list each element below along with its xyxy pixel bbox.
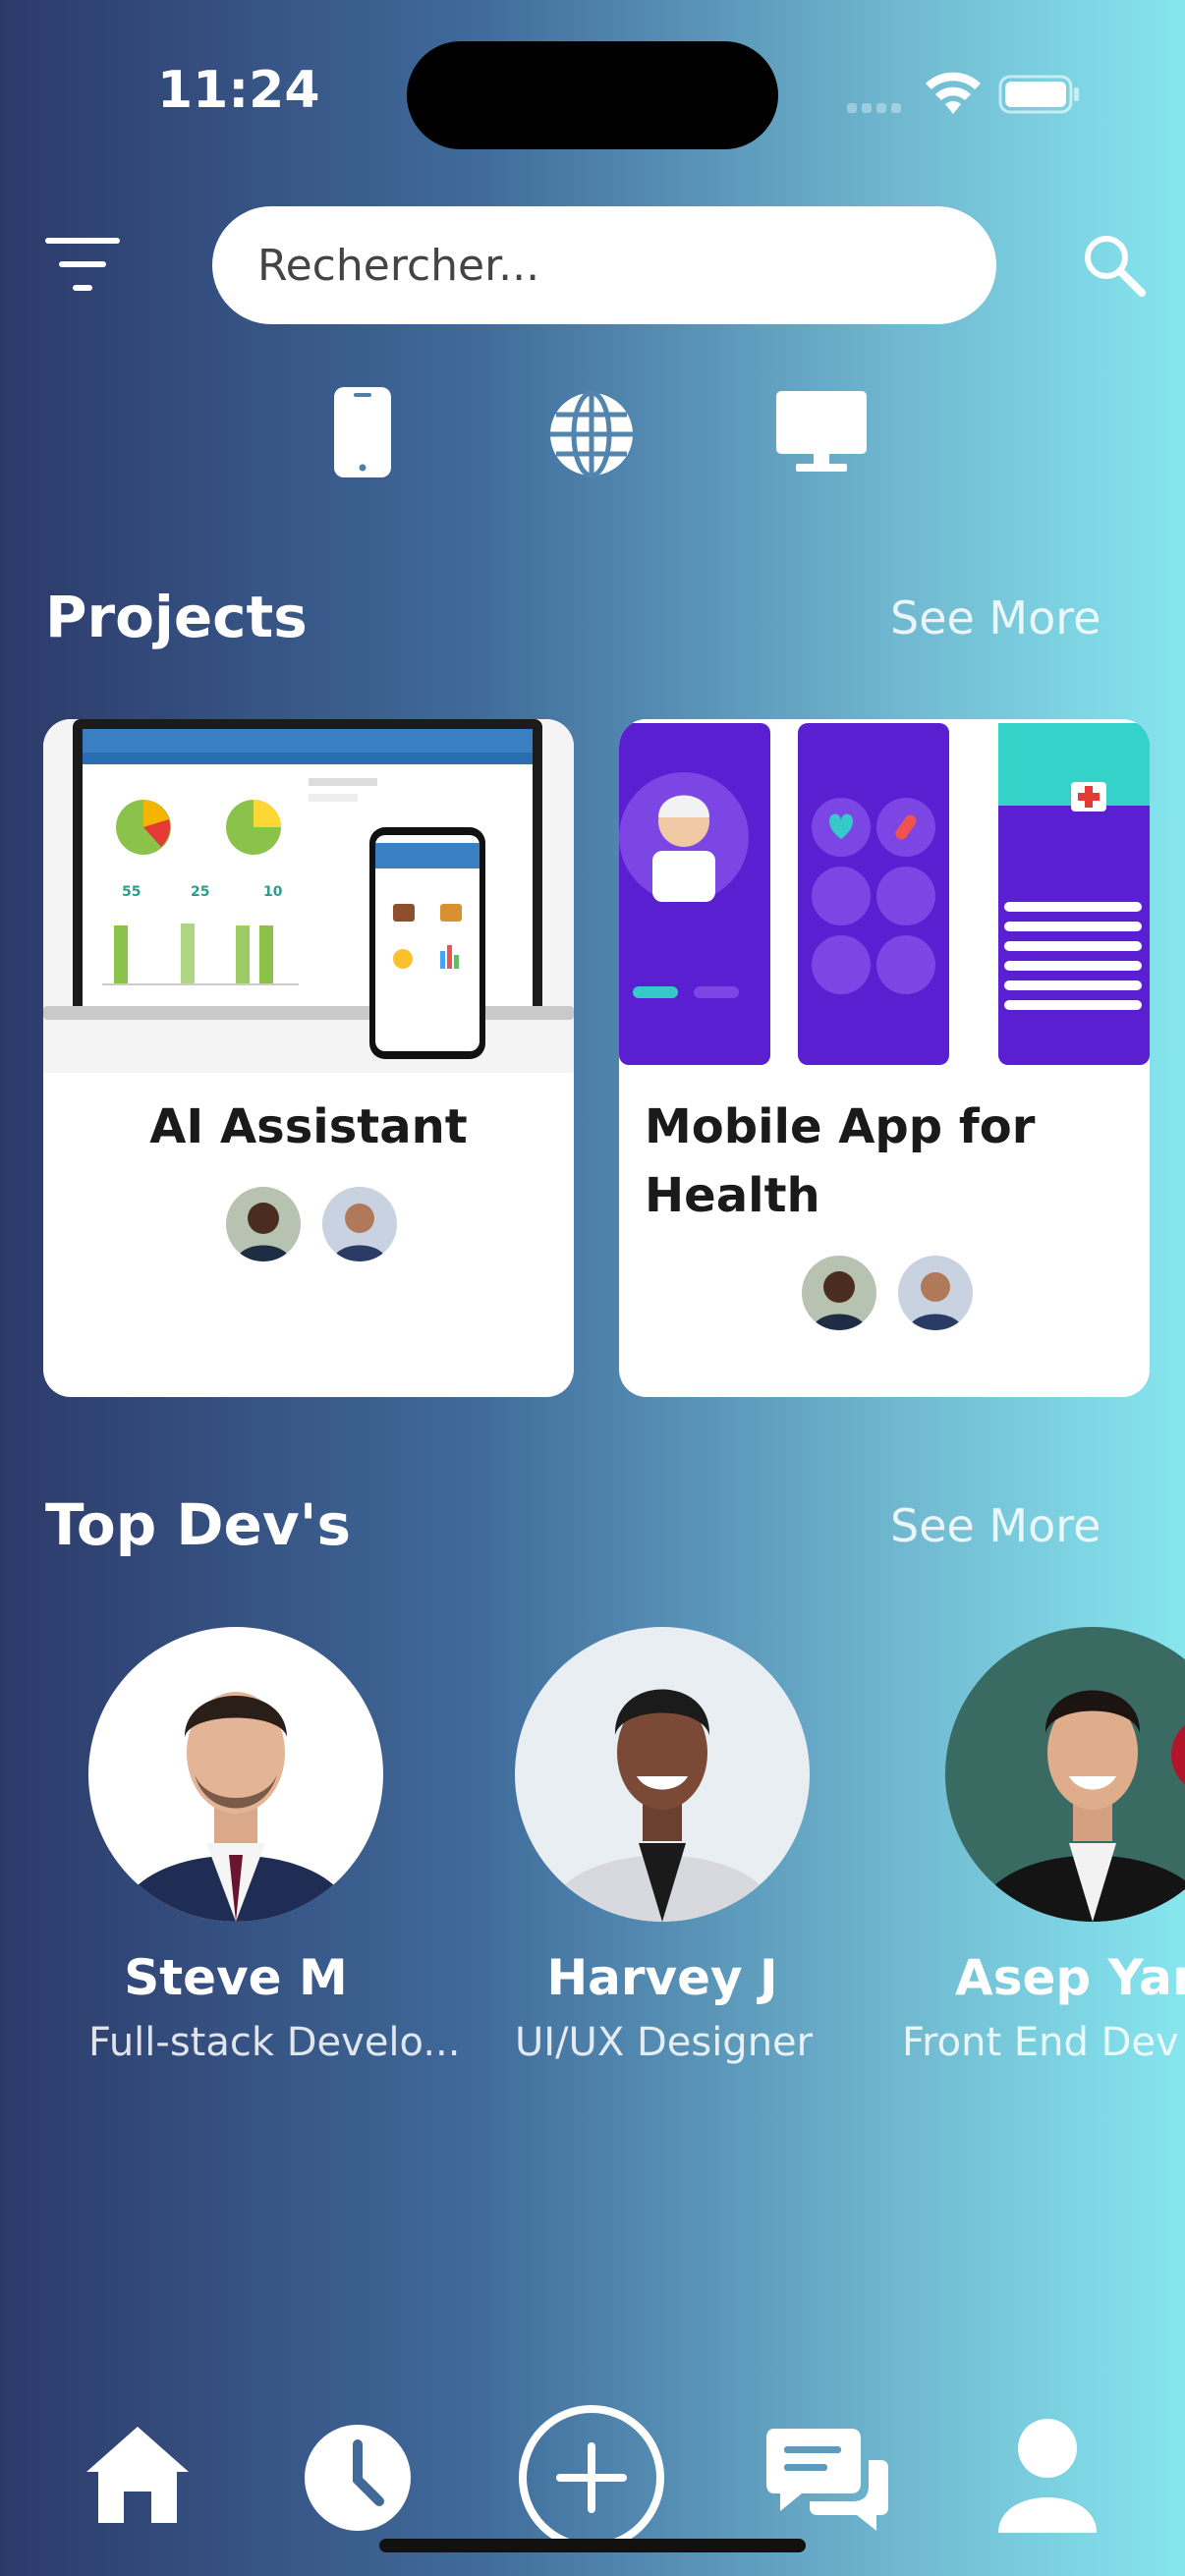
projects-see-more-link[interactable]: See More <box>890 591 1100 644</box>
dev-photo <box>515 1627 810 1922</box>
globe-icon[interactable] <box>546 389 637 479</box>
dev-card-steve[interactable]: Steve M Full-stack Develo... <box>88 1627 461 2065</box>
filter-icon[interactable] <box>45 236 120 295</box>
profile-icon[interactable] <box>994 2417 1100 2535</box>
dev-role: UI/UX Designer <box>515 2020 814 2065</box>
home-icon[interactable] <box>83 2423 193 2525</box>
projects-section-title: Projects <box>45 584 308 650</box>
chat-icon[interactable] <box>766 2425 888 2533</box>
dev-card-harvey[interactable]: Harvey J UI/UX Designer <box>515 1627 814 2065</box>
wifi-icon <box>926 72 981 114</box>
dev-photo <box>88 1627 383 1922</box>
search-icon[interactable] <box>1081 232 1146 297</box>
top-devs-see-more-link[interactable]: See More <box>890 1499 1100 1552</box>
svg-text:10: 10 <box>263 884 283 900</box>
dynamic-island <box>407 41 778 149</box>
svg-text:25: 25 <box>191 884 209 900</box>
avatar <box>898 1256 973 1330</box>
project-card-mobile-health[interactable]: Mobile App for Health <box>619 719 1150 1397</box>
project-thumbnail: 55 25 10 <box>43 719 574 1073</box>
project-thumbnail <box>619 719 1150 1073</box>
project-title: AI Assistant <box>149 1099 468 1154</box>
status-time: 11:24 <box>157 61 320 120</box>
dev-name: Asep Yant <box>955 1949 1185 2006</box>
dev-role: Front End Dev <box>902 2020 1179 2065</box>
project-team-avatars <box>226 1187 397 1261</box>
clock-icon[interactable] <box>303 2423 413 2533</box>
project-title-line-1: Mobile App for <box>645 1099 1036 1154</box>
svg-text:55: 55 <box>122 884 141 900</box>
avatar <box>802 1256 876 1330</box>
project-card-ai-assistant[interactable]: 55 25 10 AI Assistant <box>43 719 574 1397</box>
search-input[interactable] <box>257 240 965 291</box>
dev-role: Full-stack Develo... <box>88 2020 461 2065</box>
home-indicator <box>379 2539 806 2552</box>
battery-icon <box>998 75 1079 114</box>
avatar <box>226 1187 301 1261</box>
phone-icon[interactable] <box>334 387 391 477</box>
add-icon[interactable] <box>517 2403 666 2552</box>
dev-card-asep[interactable]: Asep Yant Front End Dev <box>902 1627 1185 2065</box>
avatar <box>322 1187 397 1261</box>
dev-name: Harvey J <box>546 1949 778 2006</box>
search-bar[interactable] <box>212 206 996 324</box>
health-app-screens-image <box>619 723 1150 1065</box>
project-team-avatars <box>802 1256 973 1330</box>
project-title-line-2: Health <box>645 1168 820 1223</box>
dev-photo <box>945 1627 1185 1922</box>
dev-name: Steve M <box>124 1949 348 2006</box>
top-devs-section-title: Top Dev's <box>45 1491 351 1558</box>
laptop-dashboard-image: 55 25 10 <box>43 719 574 1059</box>
signal-icon <box>847 98 906 113</box>
desktop-icon[interactable] <box>776 391 867 476</box>
